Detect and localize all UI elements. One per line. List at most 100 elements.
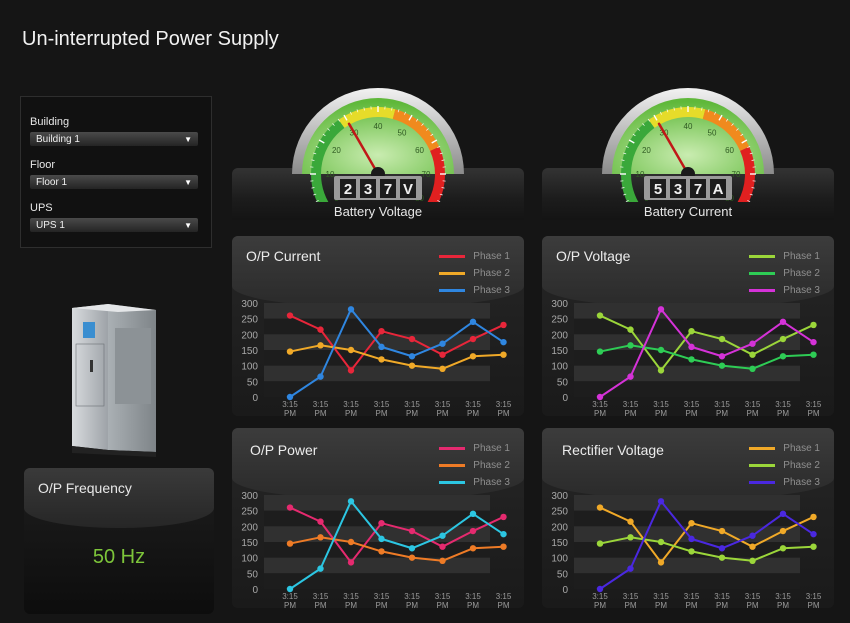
y-tick-label: 0: [562, 585, 568, 596]
building-filter: Building Building 1 ▼: [30, 116, 198, 146]
ups-value: UPS 1: [36, 219, 65, 231]
grid-band: [264, 495, 490, 511]
gauge-band: [427, 146, 445, 202]
data-point: [810, 351, 817, 358]
x-tick-label: PM: [747, 409, 759, 416]
data-point: [286, 540, 294, 547]
data-point: [718, 353, 726, 360]
chevron-down-icon: ▼: [184, 134, 192, 144]
chevron-down-icon: ▼: [184, 220, 192, 230]
x-tick-label: 3:15: [496, 400, 512, 409]
x-tick-label: 3:15: [592, 592, 608, 601]
x-tick-label: 3:15: [313, 400, 329, 409]
x-tick-label: PM: [655, 409, 667, 416]
x-tick-label: 3:15: [623, 400, 639, 409]
y-tick-label: 200: [551, 330, 568, 341]
grid-band: [264, 318, 490, 335]
x-tick-label: 3:15: [404, 400, 420, 409]
legend-item[interactable]: Phase 2: [439, 457, 510, 474]
building-select[interactable]: Building 1 ▼: [30, 132, 198, 146]
y-tick-label: 50: [557, 377, 569, 388]
data-point: [378, 535, 385, 543]
x-tick-label: PM: [716, 601, 728, 608]
ups-select[interactable]: UPS 1 ▼: [30, 218, 198, 232]
y-tick-label: 250: [241, 507, 258, 518]
legend-item[interactable]: Phase 2: [749, 265, 820, 282]
legend-item[interactable]: Phase 1: [439, 248, 510, 265]
chart-title: O/P Current: [246, 248, 321, 264]
gauge-tick-label: 70: [732, 170, 741, 179]
data-point: [317, 326, 324, 333]
grid-band: [264, 303, 490, 319]
data-point: [718, 554, 726, 561]
x-tick-label: PM: [594, 409, 606, 416]
legend-swatch: [749, 272, 776, 275]
x-tick-label: PM: [655, 601, 667, 608]
page-title: Un-interrupted Power Supply: [22, 28, 279, 50]
data-point: [810, 338, 817, 346]
floor-value: Floor 1: [36, 176, 68, 188]
x-tick-label: PM: [716, 409, 728, 416]
chart-legend: Phase 1 Phase 2 Phase 3: [439, 440, 510, 491]
x-tick-label: PM: [406, 601, 418, 608]
x-tick-label: 3:15: [775, 592, 791, 601]
data-point: [749, 557, 756, 564]
data-point: [810, 543, 817, 550]
y-tick-label: 100: [241, 362, 258, 373]
data-point: [469, 353, 477, 360]
data-point: [688, 548, 695, 555]
legend-swatch: [439, 272, 466, 275]
y-tick-label: 0: [562, 393, 568, 404]
readout-digit: 3: [364, 181, 372, 198]
chevron-down-icon: ▼: [184, 177, 192, 187]
building-label: Building: [30, 116, 70, 128]
grid-band: [574, 510, 800, 527]
x-tick-label: 3:15: [623, 592, 639, 601]
floor-select[interactable]: Floor 1 ▼: [30, 175, 198, 189]
data-point: [749, 340, 756, 347]
data-point: [688, 328, 695, 335]
data-point: [408, 362, 416, 369]
data-point: [439, 340, 446, 347]
x-tick-label: 3:15: [465, 592, 481, 601]
grid-band: [574, 303, 800, 319]
data-point: [286, 348, 294, 355]
x-tick-label: 3:15: [806, 400, 822, 409]
legend-item[interactable]: Phase 1: [749, 248, 820, 265]
legend-item[interactable]: Phase 3: [439, 282, 510, 299]
gauge-band: [737, 146, 755, 202]
battery-current-dial: 01020304050607080537A: [602, 88, 774, 202]
y-tick-label: 100: [241, 554, 258, 565]
x-tick-label: PM: [498, 409, 510, 416]
legend-item[interactable]: Phase 3: [749, 474, 820, 491]
x-tick-label: PM: [777, 601, 789, 608]
data-point: [378, 343, 385, 351]
data-point: [408, 353, 416, 360]
x-tick-label: 3:15: [745, 592, 761, 601]
gauge-tick-label: 50: [708, 128, 717, 137]
data-point: [439, 543, 446, 550]
legend-item[interactable]: Phase 3: [439, 474, 510, 491]
legend-label: Phase 2: [473, 268, 510, 279]
data-point: [596, 540, 604, 547]
x-tick-label: 3:15: [343, 592, 359, 601]
legend-item[interactable]: Phase 1: [749, 440, 820, 457]
y-tick-label: 50: [247, 377, 259, 388]
grid-band: [574, 573, 800, 589]
x-tick-label: 3:15: [313, 592, 329, 601]
legend-item[interactable]: Phase 3: [749, 282, 820, 299]
data-point: [749, 532, 756, 539]
x-tick-label: 3:15: [465, 400, 481, 409]
legend-item[interactable]: Phase 2: [749, 457, 820, 474]
legend-item[interactable]: Phase 1: [439, 440, 510, 457]
data-point: [500, 351, 507, 358]
legend-swatch: [439, 464, 466, 467]
x-tick-label: PM: [498, 601, 510, 608]
data-point: [347, 306, 355, 313]
data-point: [779, 353, 787, 360]
ups-unit-image: [72, 304, 156, 457]
legend-swatch: [439, 255, 466, 258]
legend-swatch: [439, 447, 466, 450]
legend-item[interactable]: Phase 2: [439, 265, 510, 282]
data-point: [718, 527, 726, 535]
